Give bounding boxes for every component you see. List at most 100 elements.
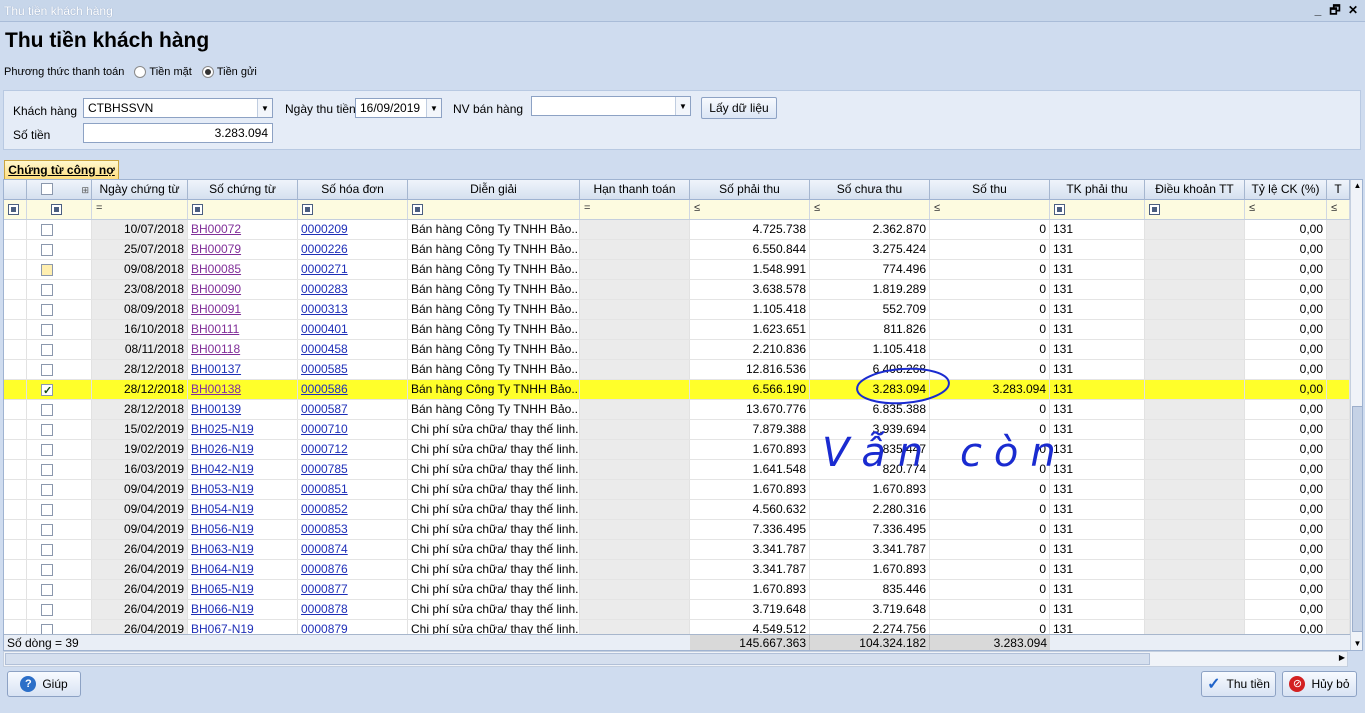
filter-op[interactable]: ≤ bbox=[694, 202, 700, 214]
cell-select[interactable] bbox=[27, 240, 92, 259]
invoice-link[interactable]: 0000876 bbox=[301, 562, 348, 576]
table-row[interactable]: 09/04/2019 BH053-N19 0000851 Chi phí sửa ch… bbox=[4, 480, 1362, 500]
cell-select[interactable] bbox=[27, 500, 92, 519]
row-checkbox[interactable] bbox=[41, 224, 53, 236]
filter-cell[interactable]: ≤ bbox=[690, 200, 810, 219]
invoice-link[interactable]: 0000458 bbox=[301, 342, 348, 356]
row-checkbox[interactable] bbox=[41, 564, 53, 576]
row-indicator[interactable] bbox=[4, 460, 27, 479]
row-indicator[interactable] bbox=[4, 500, 27, 519]
row-checkbox[interactable] bbox=[41, 424, 53, 436]
doc-link[interactable]: BH063-N19 bbox=[191, 542, 254, 556]
table-row[interactable]: 26/04/2019 BH064-N19 0000876 Chi phí sửa ch… bbox=[4, 560, 1362, 580]
filter-op[interactable]: ≤ bbox=[1331, 202, 1337, 214]
table-row[interactable]: 28/12/2018 BH00137 0000585 Bán hàng Công Ty… bbox=[4, 360, 1362, 380]
cell-doc-no[interactable]: BH00085 bbox=[188, 260, 298, 279]
cell-doc-no[interactable]: BH00139 bbox=[188, 400, 298, 419]
table-row[interactable]: 25/07/2018 BH00079 0000226 Bán hàng Công Ty… bbox=[4, 240, 1362, 260]
invoice-link[interactable]: 0000209 bbox=[301, 222, 348, 236]
cell-doc-no[interactable]: BH042-N19 bbox=[188, 460, 298, 479]
cell-invoice-no[interactable]: 0000879 bbox=[298, 620, 408, 634]
row-checkbox[interactable] bbox=[41, 404, 53, 416]
cell-doc-no[interactable]: BH053-N19 bbox=[188, 480, 298, 499]
cell-doc-no[interactable]: BH067-N19 bbox=[188, 620, 298, 634]
help-button[interactable]: ? Giúp bbox=[7, 671, 81, 697]
row-checkbox[interactable] bbox=[41, 464, 53, 476]
filter-cell[interactable]: = bbox=[580, 200, 690, 219]
filter-icon[interactable] bbox=[192, 204, 203, 215]
filter-icon[interactable] bbox=[8, 204, 19, 215]
cell-invoice-no[interactable]: 0000585 bbox=[298, 360, 408, 379]
row-indicator[interactable] bbox=[4, 340, 27, 359]
cell-select[interactable] bbox=[27, 620, 92, 634]
row-indicator[interactable] bbox=[4, 420, 27, 439]
cell-doc-no[interactable]: BH054-N19 bbox=[188, 500, 298, 519]
filter-cell[interactable] bbox=[298, 200, 408, 219]
doc-link[interactable]: BH00090 bbox=[191, 282, 241, 296]
cell-invoice-no[interactable]: 0000458 bbox=[298, 340, 408, 359]
row-indicator[interactable] bbox=[4, 540, 27, 559]
filter-cell[interactable] bbox=[4, 200, 27, 219]
cell-doc-no[interactable]: BH026-N19 bbox=[188, 440, 298, 459]
cell-doc-no[interactable]: BH00118 bbox=[188, 340, 298, 359]
table-row[interactable]: 08/11/2018 BH00118 0000458 Bán hàng Công Ty… bbox=[4, 340, 1362, 360]
col-account[interactable]: TK phải thu bbox=[1050, 180, 1145, 200]
scroll-up-icon[interactable]: ▲ bbox=[1351, 180, 1362, 192]
invoice-link[interactable]: 0000401 bbox=[301, 322, 348, 336]
cell-doc-no[interactable]: BH00072 bbox=[188, 220, 298, 239]
filter-icon[interactable] bbox=[412, 204, 423, 215]
radio-cash-label[interactable]: Tiền mặt bbox=[149, 66, 191, 78]
row-indicator[interactable] bbox=[4, 440, 27, 459]
row-indicator[interactable] bbox=[4, 220, 27, 239]
col-date[interactable]: Ngày chứng từ bbox=[92, 180, 188, 200]
invoice-link[interactable]: 0000877 bbox=[301, 582, 348, 596]
cell-select[interactable] bbox=[27, 280, 92, 299]
row-indicator[interactable] bbox=[4, 520, 27, 539]
col-description[interactable]: Diễn giải bbox=[408, 180, 580, 200]
filter-cell[interactable]: ≤ bbox=[1245, 200, 1327, 219]
invoice-link[interactable]: 0000712 bbox=[301, 442, 348, 456]
cell-select[interactable] bbox=[27, 600, 92, 619]
doc-link[interactable]: BH053-N19 bbox=[191, 482, 254, 496]
cell-select[interactable] bbox=[27, 580, 92, 599]
filter-op[interactable]: = bbox=[584, 202, 590, 214]
table-row[interactable]: 09/04/2019 BH056-N19 0000853 Chi phí sửa ch… bbox=[4, 520, 1362, 540]
doc-link[interactable]: BH00118 bbox=[191, 342, 240, 356]
horizontal-scrollbar[interactable]: ▶ bbox=[3, 651, 1348, 667]
invoice-link[interactable]: 0000271 bbox=[301, 262, 348, 276]
invoice-link[interactable]: 0000851 bbox=[301, 482, 348, 496]
row-indicator[interactable] bbox=[4, 260, 27, 279]
cell-select[interactable] bbox=[27, 380, 92, 399]
table-row[interactable]: 09/08/2018 BH00085 0000271 Bán hàng Công Ty… bbox=[4, 260, 1362, 280]
col-t[interactable]: T bbox=[1327, 180, 1350, 200]
invoice-link[interactable]: 0000878 bbox=[301, 602, 348, 616]
chevron-down-icon[interactable]: ▼ bbox=[675, 97, 690, 115]
invoice-link[interactable]: 0000585 bbox=[301, 362, 348, 376]
cell-select[interactable] bbox=[27, 540, 92, 559]
row-checkbox[interactable] bbox=[41, 484, 53, 496]
table-row[interactable]: 10/07/2018 BH00072 0000209 Bán hàng Công Ty… bbox=[4, 220, 1362, 240]
cell-invoice-no[interactable]: 0000712 bbox=[298, 440, 408, 459]
invoice-link[interactable]: 0000226 bbox=[301, 242, 348, 256]
filter-cell[interactable]: ≤ bbox=[810, 200, 930, 219]
restore-button[interactable]: 🗗 bbox=[1328, 3, 1342, 17]
row-checkbox[interactable] bbox=[41, 344, 53, 356]
cell-invoice-no[interactable]: 0000853 bbox=[298, 520, 408, 539]
filter-op[interactable]: ≤ bbox=[1249, 202, 1255, 214]
invoice-link[interactable]: 0000879 bbox=[301, 622, 348, 634]
invoice-link[interactable]: 0000874 bbox=[301, 542, 348, 556]
doc-link[interactable]: BH00091 bbox=[191, 302, 241, 316]
invoice-link[interactable]: 0000852 bbox=[301, 502, 348, 516]
cell-select[interactable] bbox=[27, 260, 92, 279]
doc-link[interactable]: BH054-N19 bbox=[191, 502, 254, 516]
cell-doc-no[interactable]: BH066-N19 bbox=[188, 600, 298, 619]
filter-cell[interactable]: = bbox=[92, 200, 188, 219]
cell-select[interactable] bbox=[27, 480, 92, 499]
radio-bank[interactable] bbox=[201, 66, 214, 78]
row-checkbox[interactable] bbox=[41, 604, 53, 616]
doc-link[interactable]: BH025-N19 bbox=[191, 422, 254, 436]
row-checkbox[interactable] bbox=[41, 284, 53, 296]
col-invoice-no[interactable]: Số hóa đơn bbox=[298, 180, 408, 200]
filter-op[interactable]: ≤ bbox=[934, 202, 940, 214]
minimize-button[interactable]: _ bbox=[1311, 3, 1325, 17]
